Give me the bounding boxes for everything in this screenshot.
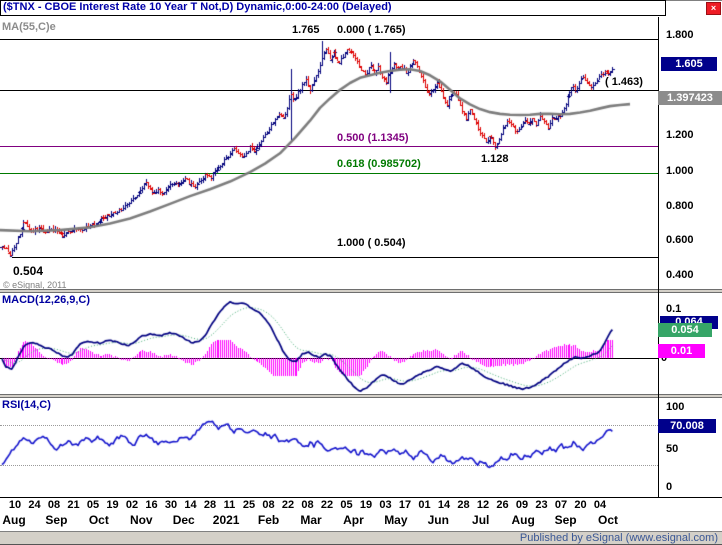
x-axis-month-label: Aug [511, 513, 535, 527]
x-axis-month-label: Aug [2, 513, 26, 527]
x-axis-month-label: Nov [129, 513, 153, 527]
ma-value-badge: 1.397423 [658, 91, 722, 105]
fib-618-label: 0.618 (0.985702) [337, 158, 421, 170]
price-tick-0600: 0.600 [666, 234, 694, 246]
fib-0-label: 0.000 ( 1.765) [337, 24, 406, 36]
chart-window: ($TNX - CBOE Interest Rate 10 Year T Not… [0, 0, 722, 545]
x-axis-month-label: Mar [300, 513, 322, 527]
july-low-label: 1.128 [481, 153, 509, 165]
macd-indicator-label: MACD(12,26,9,C) [2, 294, 91, 306]
macd-tick-01: 0.1 [666, 303, 682, 315]
rsi-value-badge: 70.008 [658, 419, 716, 433]
last-price-badge: 1.605 [661, 57, 717, 71]
copyright-label: © eSignal, 2011 [3, 280, 67, 290]
start-low-label: 0.504 [13, 264, 44, 278]
close-button[interactable]: × [706, 2, 721, 15]
macd-signal-badge: 0.054 [658, 323, 712, 337]
price-tick-0400: 0.400 [666, 269, 694, 281]
title-bar: ($TNX - CBOE Interest Rate 10 Year T Not… [0, 0, 666, 16]
x-axis-month-label: Apr [343, 513, 364, 527]
x-axis-month-label: Jul [472, 513, 490, 527]
x-axis-month-label: Sep [554, 513, 577, 527]
fib-100-label: 1.000 ( 0.504) [337, 237, 406, 249]
x-axis-month-label: Jun [427, 513, 449, 527]
x-axis-month-label: Oct [88, 513, 109, 527]
x-axis-month-label: May [384, 513, 408, 527]
publisher-bar: Published by eSignal (www.esignal.com) [0, 531, 722, 545]
x-axis-month-label: 2021 [212, 513, 240, 527]
x-axis-month-label: Feb [257, 513, 280, 527]
price-tick-1200: 1.200 [666, 129, 694, 141]
price-tick-1800: 1.800 [666, 29, 694, 41]
x-axis-month-label: Oct [598, 513, 619, 527]
fib-50-label: 0.500 (1.1345) [337, 132, 409, 144]
rsi-tick-0: 0 [666, 481, 673, 493]
resistance-label: ( 1.463) [605, 76, 643, 88]
x-axis-day-label: 04 [593, 499, 607, 511]
macd-hist-badge: 0.01 [658, 344, 705, 358]
price-tick-1000: 1.000 [666, 165, 694, 177]
peak-high-label: 1.765 [292, 24, 320, 36]
rsi-tick-100: 100 [666, 401, 685, 413]
rsi-indicator-label: RSI(14,C) [2, 399, 51, 411]
ma-indicator-label: MA(55,C)e [2, 21, 56, 33]
price-tick-0800: 0.800 [666, 200, 694, 212]
rsi-tick-50: 50 [666, 443, 679, 455]
x-axis-month-label: Sep [45, 513, 68, 527]
x-axis-month-label: Dec [172, 513, 195, 527]
publisher-text: Published by eSignal (www.esignal.com) [519, 532, 718, 544]
